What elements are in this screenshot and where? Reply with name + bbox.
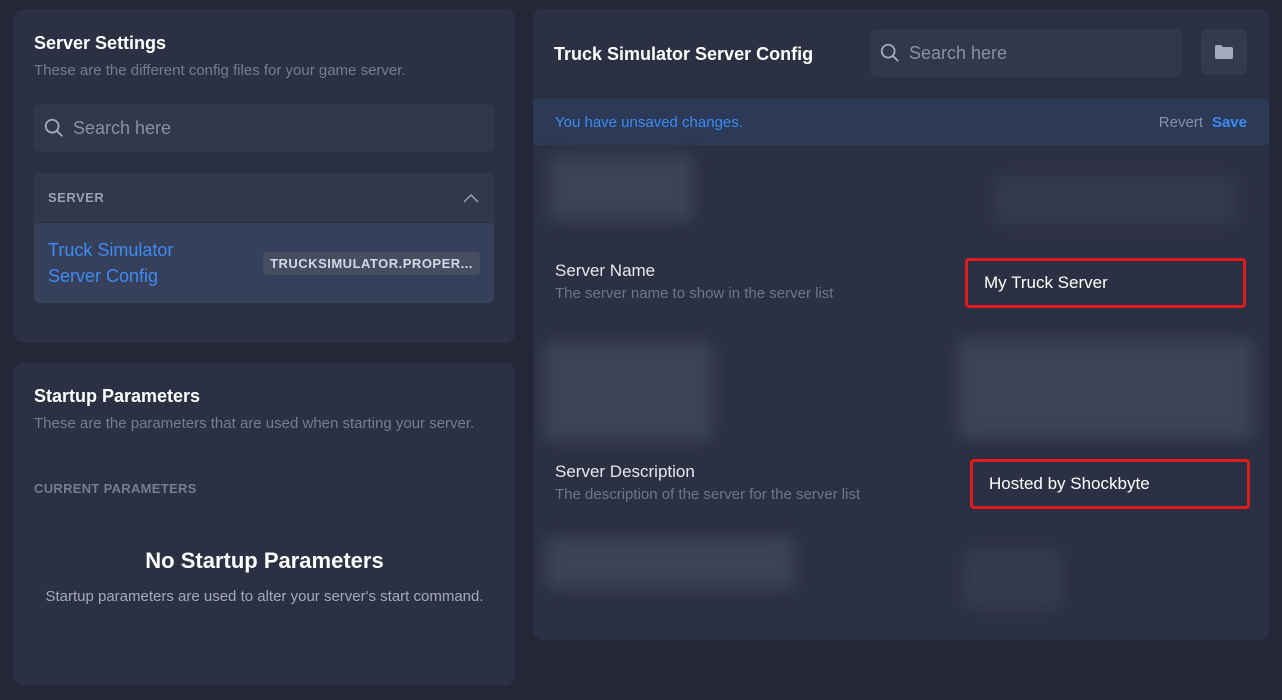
server-name-label: Server Name: [555, 261, 656, 280]
config-search[interactable]: [870, 29, 1182, 77]
server-description-input[interactable]: Hosted by Shockbyte: [970, 459, 1250, 509]
server-settings-subtitle: These are the different config files for…: [34, 62, 406, 79]
config-file-name: Truck Simulator Server Config: [48, 240, 174, 286]
server-name-input[interactable]: My Truck Server: [965, 258, 1246, 308]
config-files-search-input[interactable]: [73, 117, 441, 139]
server-group-label: SERVER: [48, 190, 105, 205]
server-settings-title: Server Settings: [34, 33, 167, 53]
revert-button[interactable]: Revert: [1159, 114, 1203, 131]
config-search-input[interactable]: [909, 42, 1159, 64]
search-icon: [880, 43, 899, 62]
blurred-setting-value: [993, 175, 1238, 225]
blurred-setting-label: [549, 155, 694, 221]
config-file-item[interactable]: Truck Simulator Server Config TRUCKSIMUL…: [34, 223, 494, 303]
open-folder-button[interactable]: [1201, 29, 1247, 75]
config-files-search[interactable]: [34, 104, 494, 152]
blurred-setting-label: [545, 537, 795, 589]
startup-title: Startup Parameters: [34, 386, 201, 406]
config-header: Truck Simulator Server Config: [533, 9, 1269, 99]
blurred-setting-value: [963, 549, 1063, 609]
server-settings-panel: Server Settings These are the different …: [14, 9, 515, 343]
config-editor-panel: Truck Simulator Server Config You have u…: [533, 9, 1269, 640]
chevron-up-icon[interactable]: [462, 192, 480, 204]
config-title: Truck Simulator Server Config: [554, 44, 814, 64]
blurred-setting-label: [543, 341, 713, 441]
server-name-description: The server name to show in the server li…: [555, 285, 834, 302]
folder-icon: [1215, 45, 1233, 59]
save-button[interactable]: Save: [1212, 114, 1247, 131]
startup-subtitle: These are the parameters that are used w…: [34, 415, 475, 432]
server-description-description: The description of the server for the se…: [555, 486, 861, 503]
empty-state-title: No Startup Parameters: [145, 548, 384, 573]
current-parameters-label: CURRENT PARAMETERS: [34, 481, 197, 496]
unsaved-changes-message: You have unsaved changes.: [555, 113, 743, 131]
startup-parameters-panel: Startup Parameters These are the paramet…: [14, 362, 515, 686]
unsaved-changes-bar: You have unsaved changes. Revert Save: [533, 99, 1269, 145]
server-config-group: SERVER Truck Simulator Server Config TRU…: [34, 173, 494, 303]
server-group-header[interactable]: SERVER: [34, 173, 494, 223]
config-file-badge: TRUCKSIMULATOR.PROPER...: [263, 251, 480, 275]
search-icon: [44, 118, 63, 137]
empty-state-description: Startup parameters are used to alter you…: [45, 588, 484, 605]
server-description-label: Server Description: [555, 462, 695, 481]
blurred-setting-value: [958, 339, 1254, 439]
